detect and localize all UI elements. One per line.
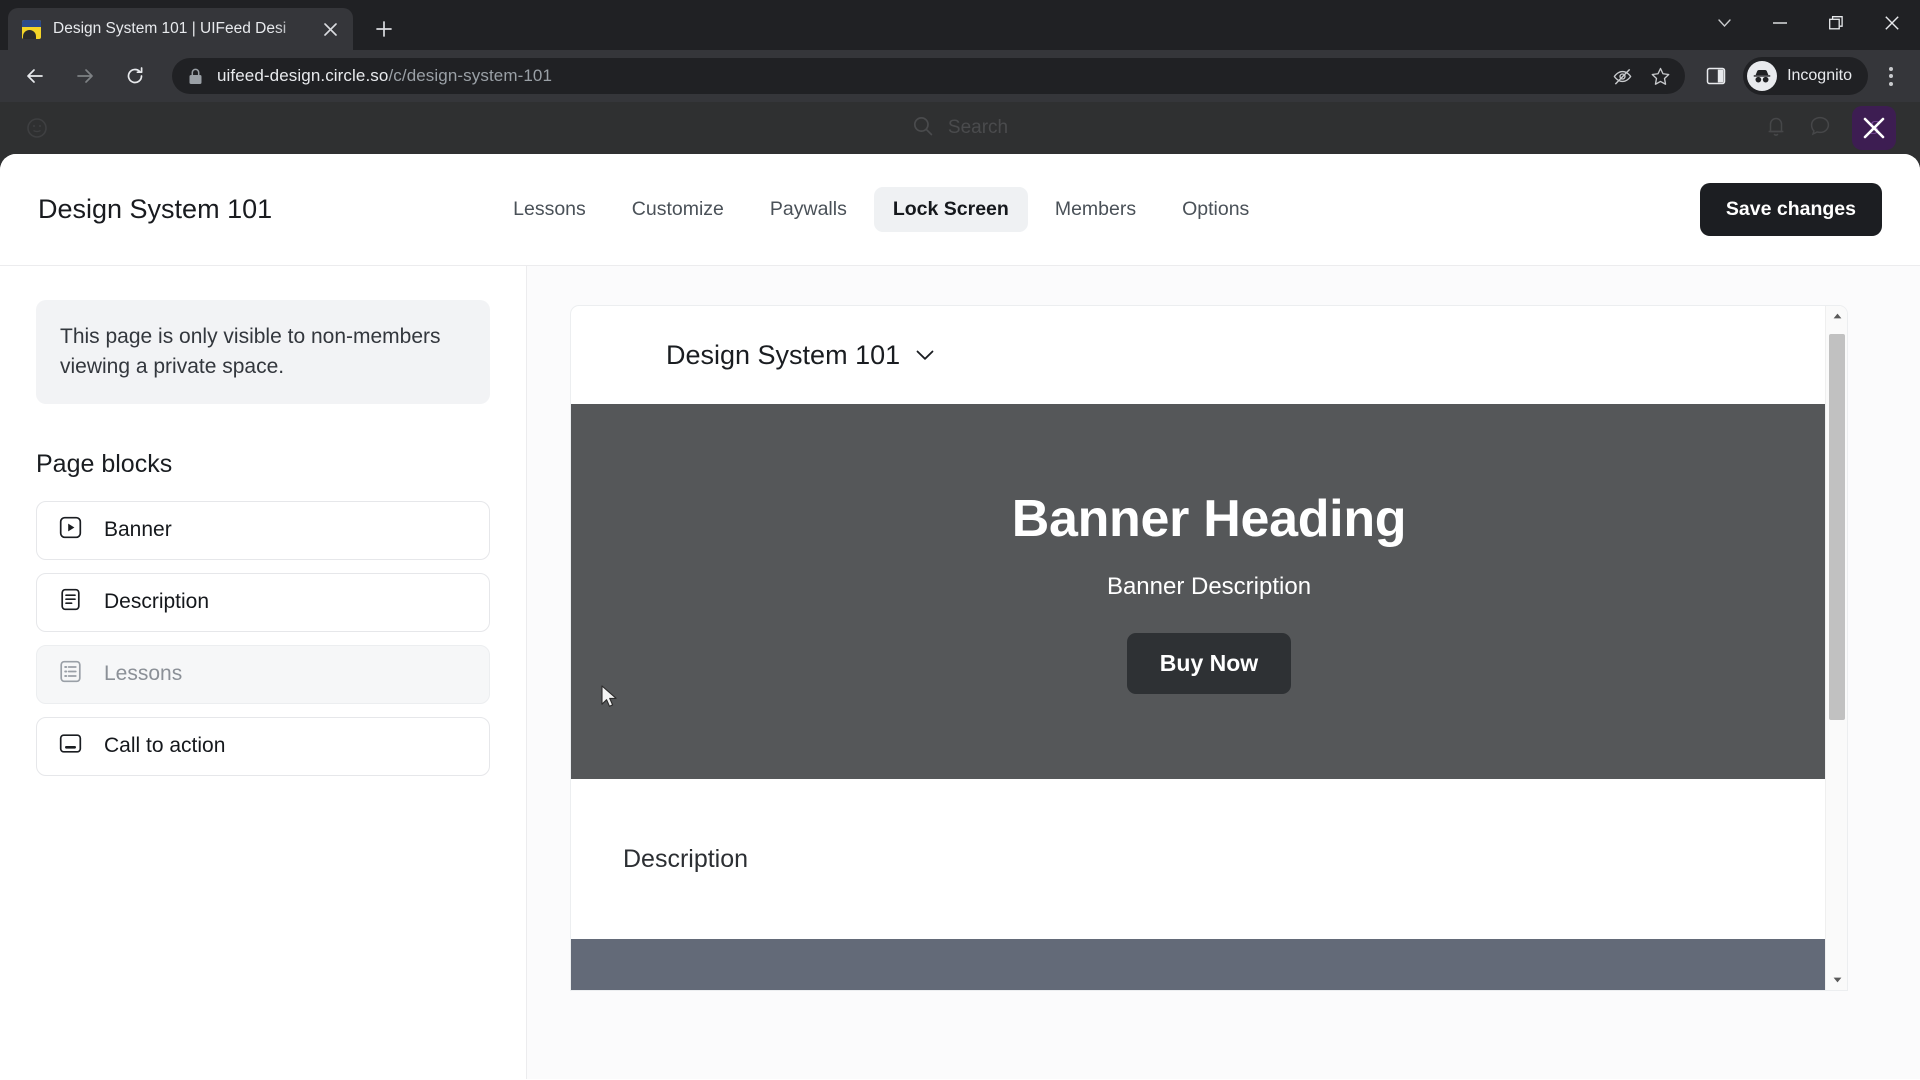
side-panel-icon[interactable]	[1697, 57, 1735, 95]
play-square-icon	[59, 516, 82, 544]
preview-space-header: Design System 101	[571, 306, 1847, 404]
block-item-description[interactable]: Description	[36, 572, 490, 632]
community-logo-icon[interactable]	[24, 115, 50, 141]
save-changes-button[interactable]: Save changes	[1699, 183, 1882, 236]
kebab-menu-icon[interactable]	[1872, 56, 1910, 96]
tab-members[interactable]: Members	[1036, 187, 1155, 232]
lock-screen-sidebar: This page is only visible to non-members…	[0, 266, 527, 1079]
browser-toolbar: uifeed-design.circle.so/c/design-system-…	[0, 50, 1920, 102]
browser-tab[interactable]: Design System 101 | UIFeed Desi	[8, 8, 353, 50]
bell-icon[interactable]	[1764, 114, 1788, 143]
page-blocks-heading: Page blocks	[36, 449, 173, 478]
document-text-icon	[59, 588, 82, 616]
tab-strip: Design System 101 | UIFeed Desi	[0, 0, 1920, 50]
profile-button[interactable]: Incognito	[1743, 57, 1868, 95]
tab-customize[interactable]: Customize	[613, 187, 743, 232]
star-icon[interactable]	[1643, 59, 1677, 93]
tab-lock-screen[interactable]: Lock Screen	[873, 187, 1028, 232]
chevron-down-icon[interactable]	[916, 350, 934, 361]
block-item-banner[interactable]: Banner	[36, 500, 490, 560]
url-text: uifeed-design.circle.so/c/design-system-…	[217, 66, 552, 86]
topbar-actions: S	[1764, 106, 1896, 150]
card-footer-icon	[59, 732, 82, 760]
tab-search-chevron-button[interactable]	[1696, 0, 1752, 46]
page-viewport: Search S Design System 101 Less	[0, 102, 1920, 1080]
eye-slash-icon[interactable]	[1605, 59, 1639, 93]
preview-space-title: Design System 101	[666, 339, 901, 370]
url-path: /c/design-system-101	[388, 66, 553, 85]
description-placeholder-text: Description	[623, 844, 749, 873]
maximize-button[interactable]	[1808, 0, 1864, 46]
tab-close-icon[interactable]	[317, 16, 343, 42]
tab-title: Design System 101 | UIFeed Desi	[53, 20, 287, 37]
page-title: Design System 101	[38, 194, 273, 224]
tab-favicon-icon	[22, 19, 41, 39]
tab-options[interactable]: Options	[1163, 187, 1268, 232]
new-tab-button[interactable]	[367, 12, 401, 46]
modal-header: Design System 101 Lessons Customize Payw…	[0, 154, 1920, 266]
address-bar[interactable]: uifeed-design.circle.so/c/design-system-…	[172, 58, 1686, 94]
chat-bubble-icon[interactable]	[1808, 114, 1832, 143]
block-label: Call to action	[104, 734, 226, 758]
block-label: Description	[104, 590, 210, 614]
modal-body: This page is only visible to non-members…	[0, 266, 1920, 1079]
settings-tabs: Lessons Customize Paywalls Lock Screen M…	[494, 187, 1268, 232]
visibility-notice: This page is only visible to non-members…	[36, 300, 490, 404]
buy-now-button[interactable]: Buy Now	[1126, 633, 1292, 694]
preview-footer-block	[571, 939, 1847, 990]
search-input[interactable]: Search	[912, 115, 1008, 142]
tab-paywalls[interactable]: Paywalls	[751, 187, 866, 232]
preview-card: Design System 101 Banner Heading Banner …	[571, 306, 1847, 990]
banner-heading: Banner Heading	[1011, 490, 1407, 548]
space-settings-modal: Design System 101 Lessons Customize Payw…	[0, 154, 1920, 1080]
lock-screen-preview-pane: Design System 101 Banner Heading Banner …	[527, 266, 1920, 1079]
block-item-call-to-action[interactable]: Call to action	[36, 716, 490, 776]
search-icon	[912, 115, 934, 142]
minimize-button[interactable]	[1752, 0, 1808, 46]
back-button[interactable]	[16, 57, 54, 95]
tab-lessons[interactable]: Lessons	[494, 187, 605, 232]
banner-description: Banner Description	[1106, 573, 1312, 600]
search-placeholder: Search	[947, 117, 1009, 138]
reload-button[interactable]	[116, 57, 154, 95]
url-domain: uifeed-design.circle.so	[217, 66, 389, 85]
profile-label: Incognito	[1787, 67, 1852, 84]
close-modal-button[interactable]: S	[1852, 106, 1896, 150]
page-blocks-list: Banner Description Lessons Call to actio…	[36, 500, 490, 776]
block-label: Banner	[104, 518, 172, 542]
lock-icon	[188, 68, 203, 85]
window-controls	[1696, 0, 1920, 46]
forward-button[interactable]	[66, 57, 104, 95]
block-item-lessons[interactable]: Lessons	[36, 644, 490, 704]
close-window-button[interactable]	[1864, 0, 1920, 46]
block-label: Lessons	[104, 662, 183, 686]
browser-window: Design System 101 | UIFeed Desi uifeed-d…	[0, 0, 1920, 1080]
scrollbar-thumb[interactable]	[1829, 334, 1845, 720]
list-icon	[59, 660, 82, 688]
omnibox-actions	[1605, 59, 1677, 93]
scroll-down-arrow-icon[interactable]	[1826, 970, 1847, 990]
preview-description-block: Description	[571, 779, 1847, 939]
preview-banner-block: Banner Heading Banner Description Buy No…	[571, 404, 1847, 779]
community-topbar: Search S	[0, 102, 1920, 154]
scroll-up-arrow-icon[interactable]	[1826, 306, 1847, 326]
incognito-icon	[1747, 61, 1778, 91]
preview-scrollbar[interactable]	[1825, 306, 1847, 990]
